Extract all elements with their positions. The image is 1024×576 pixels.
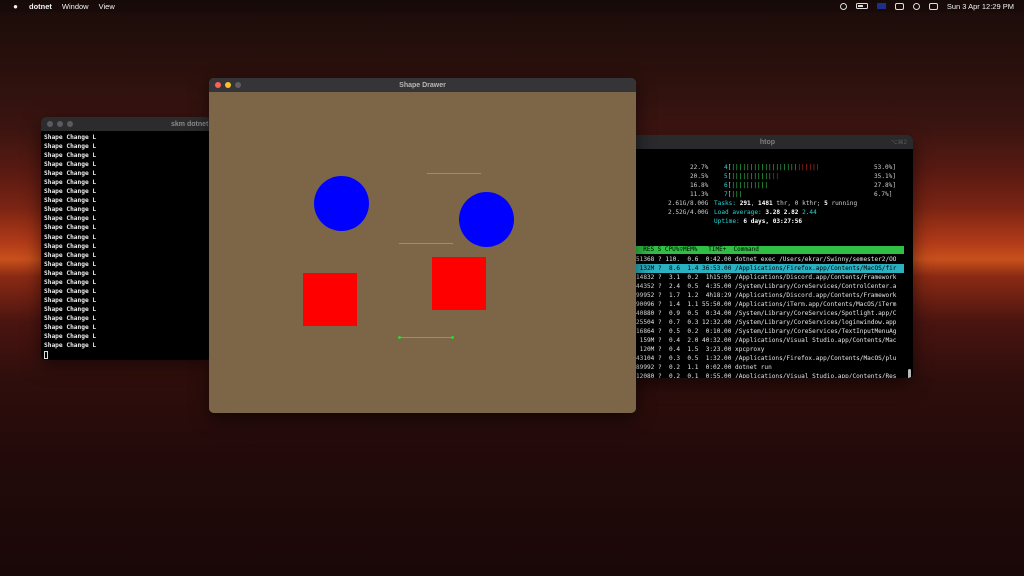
cpu-meter-percent: 11.3% [690,191,709,198]
process-row[interactable]: 44352 ? 2.4 0.5 4:35.00 /System/Library/… [636,282,904,291]
terminal-title: skm dotnet [171,120,209,128]
clock[interactable]: Sun 3 Apr 12:29 PM [947,2,1014,11]
cpu-meter-percent: 35.1%] [874,173,897,180]
terminal-line: Shape Change L [44,233,97,241]
terminal-line: Shape Change L [44,333,97,341]
load-line: Load average: 3.28 2.82 2.44 [714,209,817,216]
close-button[interactable] [215,82,221,88]
terminal-line: Shape Change L [44,296,97,304]
terminal-line: Shape Change L [44,188,97,196]
battery-icon[interactable] [855,3,868,9]
process-row[interactable]: 120M ? 0.4 1.5 3:23.00 xpcproxy [636,345,904,354]
window-menu[interactable]: Window [62,2,89,11]
cpu-meter-bar: 7[||| [724,191,743,198]
wifi-icon[interactable] [912,2,920,10]
terminal-line: Shape Change L [44,143,97,151]
minimize-button[interactable] [225,82,231,88]
terminal-line: Shape Change L [44,269,97,277]
terminal-line: Shape Change L [44,314,97,322]
terminal-line: Shape Change L [44,179,97,187]
process-row[interactable]: 89992 ? 0.2 1.1 0:02.00 dotnet run [636,363,904,372]
cpu-meter-percent: 20.5% [690,173,709,180]
mem-value: 2.61G/8.00G [668,200,709,207]
minimize-button[interactable] [57,121,63,127]
control-center-icon[interactable] [928,2,938,10]
terminal-cursor [44,351,48,360]
display-icon[interactable] [894,2,904,10]
swp-value: 2.52G/4.00G [668,209,709,216]
tasks-line: Tasks: 291, 1481 thr, 0 kthr; 5 running [714,200,858,207]
htop-titlebar[interactable]: htop ⌥⌘2 [622,135,913,149]
zoom-button[interactable] [67,121,73,127]
shape-drawer-titlebar[interactable]: Shape Drawer [209,78,636,92]
input-source-icon[interactable] [876,3,886,9]
cpu-meter-percent: 22.7% [690,164,709,171]
view-menu[interactable]: View [99,2,115,11]
line-shape[interactable] [399,337,453,338]
shape-drawer-title: Shape Drawer [399,81,446,89]
process-row[interactable]: 40880 ? 0.9 0.5 0:34.00 /System/Library/… [636,309,904,318]
terminal-line: Shape Change L [44,170,97,178]
terminal-line: Shape Change L [44,152,97,160]
scrollbar[interactable] [908,369,911,378]
process-row[interactable]: 12080 ? 0.2 0.1 0:55.00 /Applications/Vi… [636,372,904,378]
cpu-meter-bar: 5[||||||||||||| [724,173,780,180]
terminal-titlebar[interactable]: skm dotnet [41,117,211,131]
cpu-meter-bar: 4[|||||||||||||||||||||||| [724,164,820,171]
process-row[interactable]: 25504 ? 0.7 0.3 12:32.00 /System/Library… [636,318,904,327]
line-shape[interactable] [399,243,453,244]
cpu-meter-percent: 53.0%] [874,164,897,171]
terminal-line: Shape Change L [44,215,97,223]
cpu-meter-percent: 16.8% [690,182,709,189]
window-shortcut: ⌥⌘2 [890,139,907,146]
line-shape[interactable] [427,173,481,174]
shape-drawer-window[interactable]: Shape Drawer [209,78,636,413]
app-menu[interactable]: dotnet [29,2,52,11]
play-icon[interactable] [839,2,847,10]
terminal-line: Shape Change L [44,323,97,331]
process-row[interactable]: 51368 ? 110. 0.6 0:42.00 dotnet exec /Us… [636,255,904,264]
htop-window[interactable]: htop ⌥⌘2 ||| ||| 2.61G/8.00G 2.52G/4.00G… [622,135,913,378]
cpu-meter-percent: 6.7%] [874,191,893,198]
terminal-window[interactable]: skm dotnet Shape Change L Shape Change LS… [41,117,211,360]
cpu-meter-percent: 27.8%] [874,182,897,189]
circle-shape[interactable] [314,176,369,231]
terminal-line: Shape Change L [44,260,97,268]
selection-handle[interactable] [398,336,401,339]
htop-title: htop [759,138,776,146]
menu-bar: ● dotnet Window View Sun 3 Apr 12:29 PM [0,0,1024,12]
process-row[interactable]: 90096 ? 1.4 1.1 55:50.00 /Applications/i… [636,300,904,309]
apple-menu-icon[interactable]: ● [11,2,20,11]
terminal-line: Shape Change L [44,161,97,169]
drawing-canvas[interactable] [209,92,636,413]
terminal-line: Shape Change L [44,305,97,313]
selection-handle[interactable] [451,336,454,339]
terminal-line: Shape Change L [44,342,97,350]
terminal-line: Shape Change L [44,134,97,141]
rectangle-shape[interactable] [303,273,357,326]
process-row[interactable]: 99952 ? 1.7 1.2 4h18:29 /Applications/Di… [636,291,904,300]
terminal-line: Shape Change L [44,278,97,286]
terminal-line: Shape Change L [44,287,97,295]
close-button[interactable] [47,121,53,127]
process-table-header[interactable]: RES S CPU%▽MEM% TIME+ Command [636,246,904,254]
terminal-line: Shape Change L [44,197,97,205]
terminal-line: Shape Change L [44,242,97,250]
terminal-line: Shape Change L [44,251,97,259]
process-row[interactable]: 132M ? 8.6 1.4 36:53.00 /Applications/Fi… [636,264,904,273]
process-row[interactable]: 14832 ? 3.1 0.2 1h15:05 /Applications/Di… [636,273,904,282]
zoom-button[interactable] [235,82,241,88]
status-area: Sun 3 Apr 12:29 PM [839,0,1014,12]
process-row[interactable]: 43104 ? 0.3 0.5 1:32.00 /Applications/Fi… [636,354,904,363]
terminal-line: Shape Change L [44,224,97,232]
process-row[interactable]: 16864 ? 0.5 0.2 0:10.00 /System/Library/… [636,327,904,336]
process-row[interactable]: 159M ? 0.4 2.0 40:32.00 /Applications/Vi… [636,336,904,345]
cpu-meter-bar: 6[|||||||||| [724,182,769,189]
terminal-line: Shape Change L [44,206,97,214]
uptime-line: Uptime: 6 days, 03:27:56 [714,218,803,225]
circle-shape[interactable] [459,192,514,247]
rectangle-shape[interactable] [432,257,486,310]
terminal-output[interactable]: Shape Change L Shape Change L Shape Change… [41,131,211,360]
